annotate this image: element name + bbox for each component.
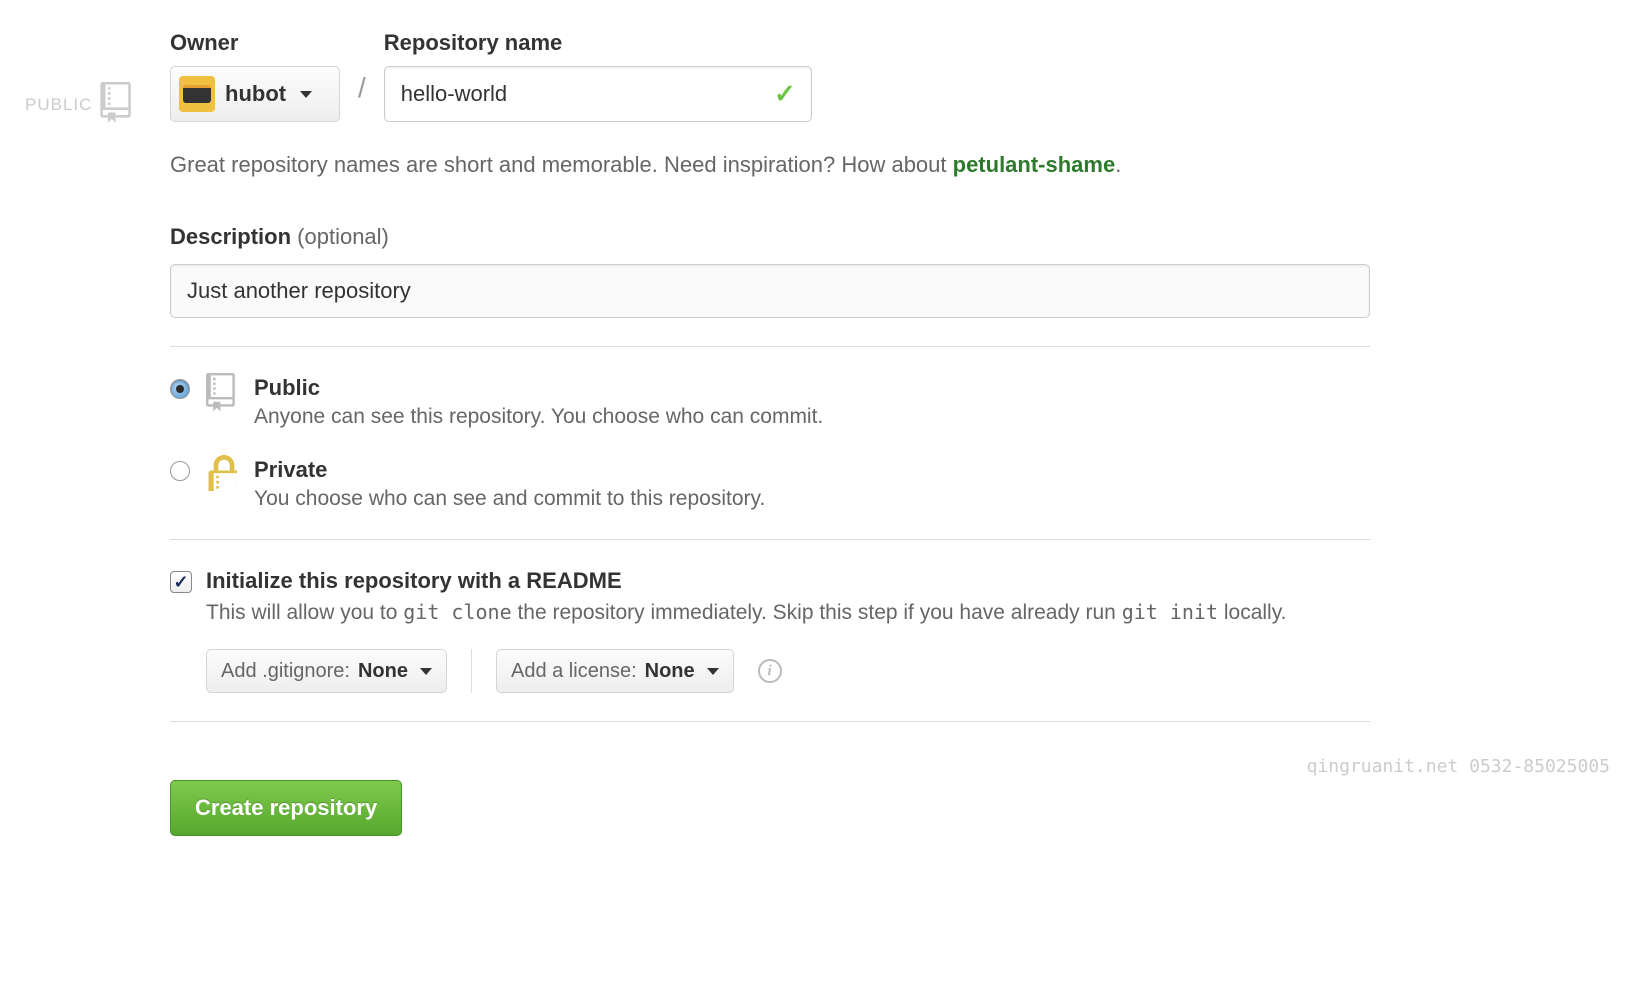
public-title: Public [254, 375, 823, 401]
vertical-separator [471, 649, 472, 693]
readme-option[interactable]: Initialize this repository with a README… [170, 568, 1370, 625]
owner-repo-row: Owner hubot / Repository name ✓ [170, 30, 1370, 122]
divider [170, 721, 1370, 722]
readme-subtitle: This will allow you to git clone the rep… [206, 600, 1286, 625]
owner-select[interactable]: hubot [170, 66, 340, 122]
lock-icon [204, 455, 240, 491]
suggested-name-link[interactable]: petulant-shame [953, 152, 1116, 177]
divider [170, 539, 1370, 540]
visibility-private-option[interactable]: Private You choose who can see and commi… [170, 457, 1370, 511]
private-subtitle: You choose who can see and commit to thi… [254, 487, 765, 511]
owner-selected-name: hubot [225, 81, 286, 107]
left-public-badge-text: PUBLIC [25, 95, 92, 115]
chevron-down-icon [300, 91, 312, 98]
chevron-down-icon [420, 668, 432, 675]
license-select[interactable]: Add a license: None [496, 649, 734, 693]
watermark-text: qingruanit.net 0532-85025005 [1307, 756, 1610, 777]
readme-title: Initialize this repository with a README [206, 568, 1286, 594]
public-repo-icon [204, 373, 240, 413]
private-title: Private [254, 457, 765, 483]
checkmark-icon: ✓ [774, 79, 796, 110]
radio-public[interactable] [170, 379, 190, 399]
readme-checkbox[interactable] [170, 571, 192, 593]
visibility-public-option[interactable]: Public Anyone can see this repository. Y… [170, 375, 1370, 429]
info-icon[interactable]: i [758, 659, 782, 683]
repo-name-input[interactable] [384, 66, 812, 122]
create-repository-button[interactable]: Create repository [170, 780, 402, 836]
owner-label: Owner [170, 30, 340, 56]
left-public-badge: PUBLIC [25, 82, 136, 127]
public-subtitle: Anyone can see this repository. You choo… [254, 405, 823, 429]
radio-private[interactable] [170, 461, 190, 481]
divider [170, 346, 1370, 347]
description-label: Description (optional) [170, 224, 1370, 250]
description-input[interactable] [170, 264, 1370, 318]
repo-name-label: Repository name [384, 30, 812, 56]
chevron-down-icon [707, 668, 719, 675]
gitignore-select[interactable]: Add .gitignore: None [206, 649, 447, 693]
owner-avatar-icon [179, 76, 215, 112]
repo-name-hint: Great repository names are short and mem… [170, 152, 1370, 178]
repo-icon [100, 82, 136, 127]
slash-separator: / [358, 30, 366, 104]
